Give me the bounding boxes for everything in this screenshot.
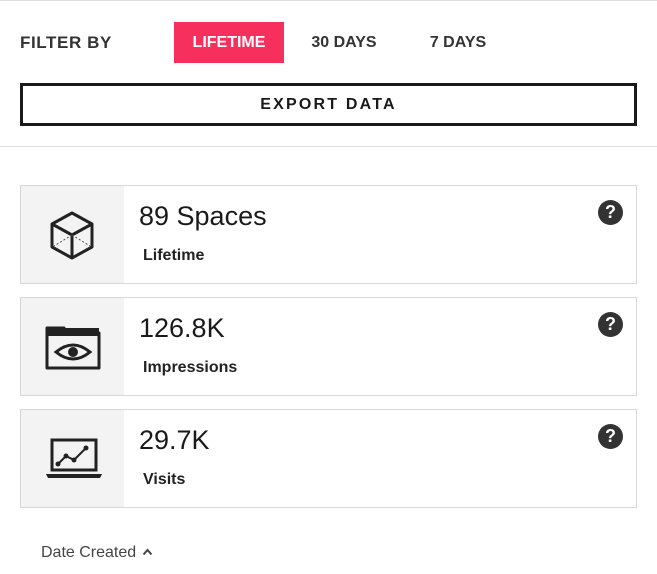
cube-icon: [50, 211, 94, 260]
help-icon[interactable]: ?: [598, 200, 623, 225]
stat-label: Impressions: [143, 359, 238, 376]
stat-value: 89 Spaces: [139, 201, 267, 231]
filter-bar: FILTER BY LIFETIME 30 DAYS 7 DAYS: [20, 22, 640, 64]
filter-label: FILTER BY: [20, 33, 112, 52]
stat-icon-box: [21, 410, 124, 507]
sort-label: Date Created: [41, 544, 137, 561]
filter-lifetime-button[interactable]: LIFETIME: [174, 22, 284, 63]
stat-label: Visits: [143, 471, 186, 488]
export-data-button[interactable]: EXPORT DATA: [20, 83, 637, 126]
filter-7-days-button[interactable]: 7 DAYS: [414, 22, 502, 63]
divider: [0, 146, 657, 147]
stat-icon-box: [21, 186, 124, 283]
help-icon[interactable]: ?: [598, 312, 623, 337]
chevron-up-icon: [142, 543, 153, 561]
stat-card-impressions: 126.8K Impressions ?: [20, 297, 637, 396]
stat-value: 126.8K: [139, 313, 225, 343]
stat-value: 29.7K: [139, 425, 210, 455]
folder-eye-icon: [45, 326, 101, 370]
stat-card-spaces: 89 Spaces Lifetime ?: [20, 185, 637, 284]
laptop-chart-icon: [46, 438, 102, 478]
top-border: [0, 0, 657, 1]
sort-date-created-toggle[interactable]: Date Created: [41, 543, 153, 562]
help-icon[interactable]: ?: [598, 424, 623, 449]
filter-30-days-button[interactable]: 30 DAYS: [298, 22, 390, 63]
stat-card-visits: 29.7K Visits ?: [20, 409, 637, 508]
stat-icon-box: [21, 298, 124, 395]
stat-label: Lifetime: [143, 247, 205, 264]
